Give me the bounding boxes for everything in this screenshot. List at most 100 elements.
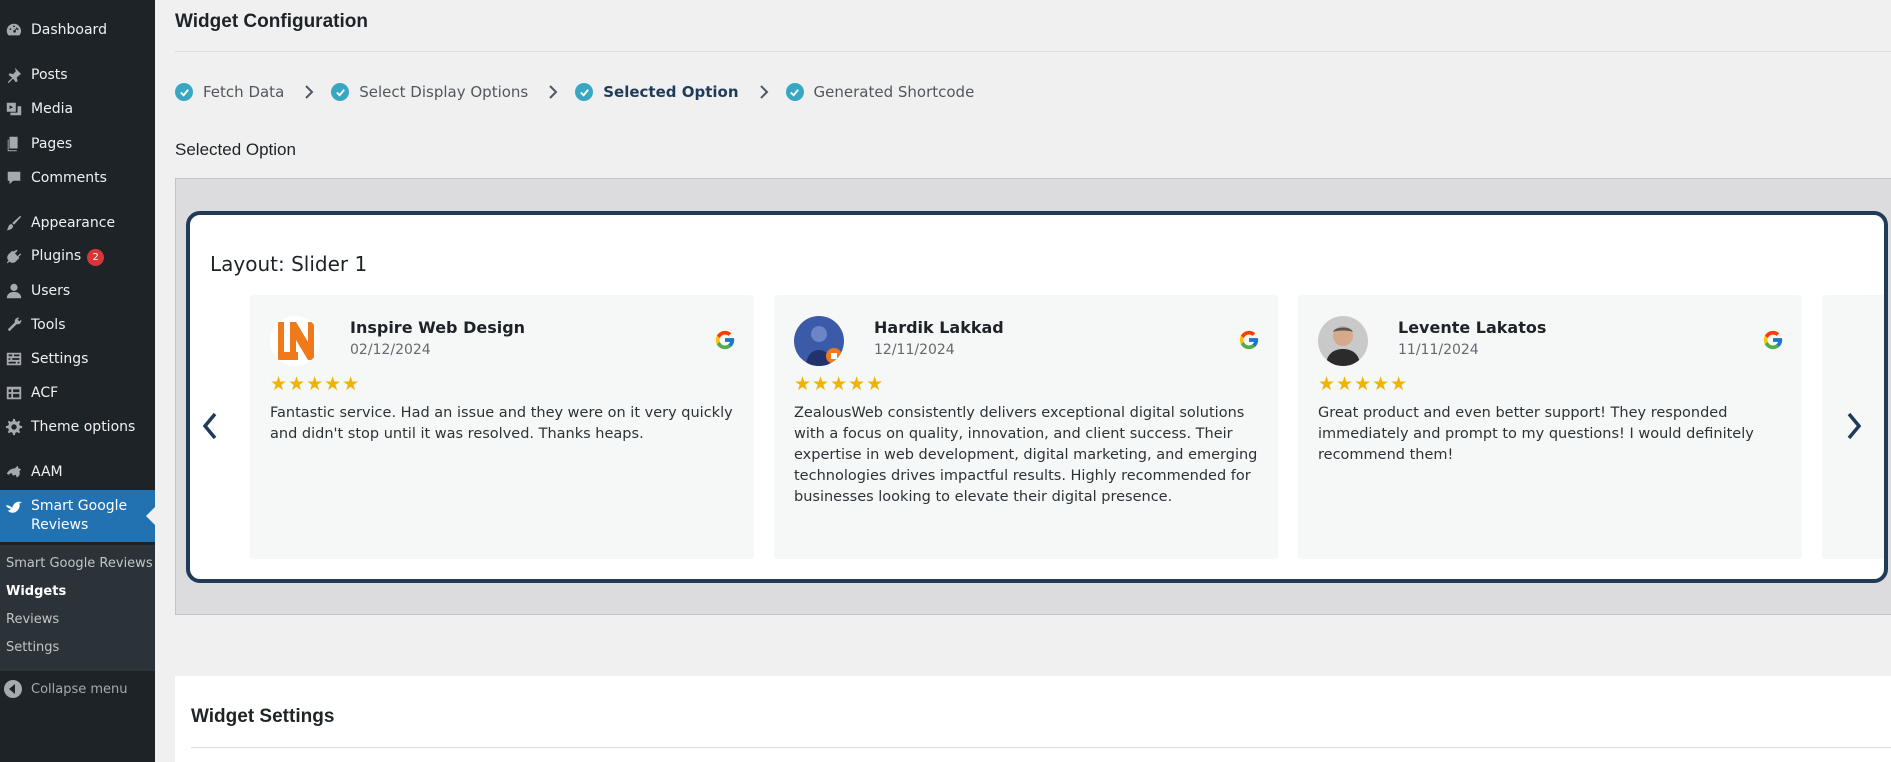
- aam-icon: [4, 462, 24, 482]
- menu-dashboard-label: Dashboard: [31, 22, 107, 38]
- layout-preview-card[interactable]: Layout: Slider 1 Inspire Web Design 02/1…: [186, 211, 1888, 583]
- chevron-right-icon: [1847, 412, 1862, 440]
- table-icon: [4, 383, 24, 403]
- menu-theme-options[interactable]: Theme options: [0, 410, 155, 444]
- slider-next-button[interactable]: [1840, 410, 1868, 442]
- submenu-settings[interactable]: Settings: [6, 640, 59, 655]
- pin-icon: [4, 65, 24, 85]
- review-text: ZealousWeb consistently delivers excepti…: [794, 405, 1258, 505]
- menu-media-label: Media: [31, 101, 74, 117]
- step-label: Selected Option: [603, 83, 739, 101]
- step-select-display-options[interactable]: Select Display Options: [331, 83, 528, 101]
- menu-acf[interactable]: ACF: [0, 376, 155, 410]
- menu-posts[interactable]: Posts: [0, 58, 155, 92]
- menu-settings-label: Settings: [31, 351, 89, 367]
- google-icon: [715, 330, 735, 350]
- chevron-right-icon: [302, 84, 316, 100]
- menu-tools[interactable]: Tools: [0, 308, 155, 342]
- google-icon: [1763, 330, 1783, 350]
- menu-pages-label: Pages: [31, 136, 73, 152]
- bird-icon: [4, 497, 24, 517]
- step-label: Select Display Options: [359, 83, 529, 101]
- menu-tools-label: Tools: [31, 317, 66, 333]
- chevron-left-icon: [202, 412, 217, 440]
- step-generated-shortcode[interactable]: Generated Shortcode: [785, 83, 975, 101]
- menu-settings[interactable]: Settings: [0, 342, 155, 376]
- step-label: Fetch Data: [203, 83, 285, 101]
- menu-posts-label: Posts: [31, 67, 68, 83]
- menu-users-label: Users: [31, 283, 71, 299]
- reviewer-name: Inspire Web Design: [350, 318, 526, 337]
- star-rating: ★★★★★: [270, 373, 361, 395]
- menu-smart-google-reviews-label: Smart Google Reviews: [31, 498, 128, 533]
- brush-icon: [4, 213, 24, 233]
- star-rating: ★★★★★: [794, 373, 885, 395]
- step-selected-option[interactable]: Selected Option: [575, 83, 739, 101]
- check-icon: [331, 83, 350, 101]
- collapse-menu-label: Collapse menu: [31, 681, 128, 697]
- update-count-badge: 2: [87, 249, 105, 266]
- section-title: Selected Option: [175, 140, 296, 159]
- menu-aam[interactable]: AAM: [0, 455, 155, 489]
- step-progress: Fetch Data Select Display Options Select…: [175, 80, 974, 104]
- menu-users[interactable]: Users: [0, 274, 155, 308]
- layout-title: Layout: Slider 1: [210, 252, 368, 276]
- check-icon: [575, 83, 594, 101]
- collapse-menu-button[interactable]: Collapse menu: [0, 677, 155, 701]
- menu-aam-label: AAM: [31, 464, 63, 480]
- reviewer-name: Levente Lakatos: [1398, 318, 1547, 337]
- star-rating: ★★★★★: [1318, 373, 1409, 395]
- google-icon: [1239, 330, 1259, 350]
- review-date: 02/12/2024: [350, 342, 431, 358]
- user-photo: [1318, 316, 1368, 366]
- reviewer-name: Hardik Lakkad: [874, 318, 1004, 337]
- page-title: Widget Configuration: [175, 11, 368, 32]
- chevron-right-icon: [546, 84, 560, 100]
- submenu-smart-google-reviews[interactable]: Smart Google Reviews: [6, 556, 153, 571]
- dashboard-icon: [4, 20, 24, 40]
- widget-settings-panel: Widget Settings: [175, 676, 1891, 762]
- menu-comments[interactable]: Comments: [0, 161, 155, 195]
- admin-sidebar: Dashboard Posts Media Pages Comments App…: [0, 0, 155, 762]
- review-card: Inspire Web Design 02/12/2024 ★★★★★ Fant…: [250, 295, 754, 559]
- chevron-right-icon: [757, 84, 771, 100]
- comment-icon: [4, 168, 24, 188]
- menu-plugins[interactable]: Plugins 2: [0, 240, 155, 274]
- step-label: Generated Shortcode: [813, 83, 975, 101]
- gear-icon: [4, 417, 24, 437]
- submenu: Smart Google Reviews Widgets Reviews Set…: [0, 545, 155, 671]
- menu-appearance-label: Appearance: [31, 215, 116, 231]
- title-divider: [175, 51, 1891, 52]
- preview-divider: [176, 614, 1891, 615]
- settings-divider: [191, 747, 1891, 748]
- widget-settings-title: Widget Settings: [191, 706, 335, 727]
- review-date: 11/11/2024: [1398, 342, 1479, 358]
- plugins-text: Plugins: [31, 248, 82, 264]
- review-card: Hardik Lakkad 12/11/2024 ★★★★★ ZealousWe…: [774, 295, 1278, 559]
- wrench-icon: [4, 315, 24, 335]
- check-icon: [175, 83, 193, 101]
- review-date: 12/11/2024: [874, 342, 955, 358]
- menu-acf-label: ACF: [31, 385, 59, 401]
- menu-media[interactable]: Media: [0, 92, 155, 126]
- media-icon: [4, 99, 24, 119]
- submenu-reviews[interactable]: Reviews: [6, 612, 59, 627]
- settings-icon: [4, 349, 24, 369]
- collapse-icon: [4, 680, 22, 698]
- submenu-widgets[interactable]: Widgets: [6, 584, 66, 599]
- review-text: Fantastic service. Had an issue and they…: [270, 405, 733, 442]
- menu-theme-options-label: Theme options: [31, 419, 136, 435]
- menu-comments-label: Comments: [31, 170, 107, 186]
- menu-smart-google-reviews[interactable]: Smart Google Reviews: [0, 490, 155, 542]
- pages-icon: [4, 134, 24, 154]
- inspire-logo: [270, 316, 320, 366]
- user-icon: [4, 281, 24, 301]
- menu-appearance[interactable]: Appearance: [0, 206, 155, 240]
- menu-pages[interactable]: Pages: [0, 127, 155, 161]
- plugin-icon: [4, 247, 24, 267]
- step-fetch-data[interactable]: Fetch Data: [175, 83, 284, 101]
- check-icon: [785, 83, 804, 101]
- menu-dashboard[interactable]: Dashboard: [0, 13, 155, 47]
- active-menu-pointer: [146, 507, 155, 525]
- slider-prev-button[interactable]: [196, 410, 224, 442]
